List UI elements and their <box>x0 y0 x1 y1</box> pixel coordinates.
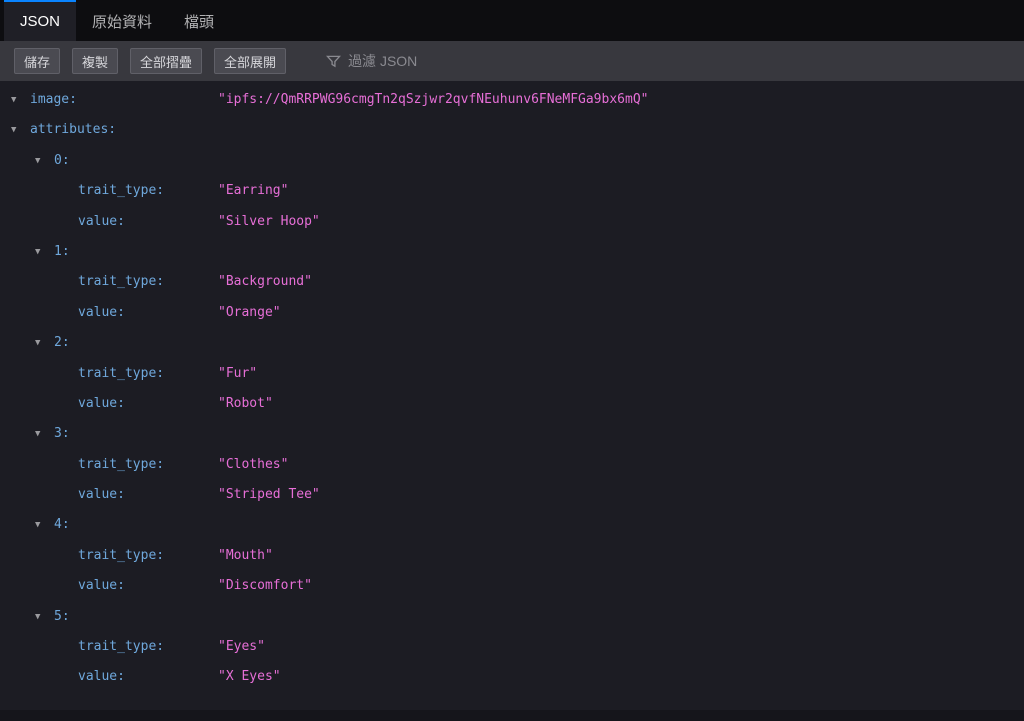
chevron-down-icon[interactable]: ▼ <box>35 602 40 632</box>
json-value: "Robot" <box>218 395 273 411</box>
json-key: value: <box>78 213 125 229</box>
tab-bar: JSON 原始資料 檔頭 <box>0 0 1024 41</box>
json-value: "Mouth" <box>218 547 273 563</box>
tree-row-attr-5: ▼ 5: <box>0 602 1024 632</box>
filter-placeholder: 過濾 JSON <box>348 53 418 69</box>
json-value: "Discomfort" <box>218 578 312 594</box>
json-value: "Earring" <box>218 183 289 199</box>
tab-headers-label: 檔頭 <box>184 14 215 31</box>
tab-json[interactable]: JSON <box>4 0 77 41</box>
json-value: "ipfs://QmRRPWG96cmgTn2qSzjwr2qvfNEuhunv… <box>218 92 649 107</box>
tab-headers[interactable]: 檔頭 <box>168 0 230 41</box>
chevron-down-icon[interactable]: ▼ <box>35 328 40 358</box>
tree-row-attr-0: ▼ 0: <box>0 146 1024 176</box>
tree-row-trait-type: trait_type: "Mouth" <box>0 541 1024 571</box>
json-key: 0: <box>54 152 70 168</box>
tab-raw-data-label: 原始資料 <box>92 14 153 31</box>
json-key: value: <box>78 669 125 685</box>
json-key: trait_type: <box>78 456 165 472</box>
json-key: trait_type: <box>78 639 165 655</box>
chevron-down-icon[interactable]: ▼ <box>11 85 16 115</box>
chevron-down-icon[interactable]: ▼ <box>35 419 40 449</box>
tree-row-attr-2: ▼ 2: <box>0 328 1024 358</box>
collapse-all-button[interactable]: 全部摺疊 <box>130 48 203 74</box>
tree-row-trait-type: trait_type: "Eyes" <box>0 632 1024 662</box>
json-key: value: <box>78 578 125 594</box>
json-tree: ▼ image: "ipfs://QmRRPWG96cmgTn2qSzjwr2q… <box>0 81 1024 693</box>
json-key: 5: <box>54 608 70 624</box>
tab-raw-data[interactable]: 原始資料 <box>76 0 168 41</box>
json-value: "Background" <box>218 274 312 290</box>
json-value: "X Eyes" <box>218 669 281 685</box>
tree-row-attributes: ▼ attributes: <box>0 115 1024 145</box>
tree-row-value: value: "X Eyes" <box>0 662 1024 692</box>
tree-row-trait-type: trait_type: "Clothes" <box>0 450 1024 480</box>
tree-row-trait-type: trait_type: "Earring" <box>0 176 1024 206</box>
json-key: trait_type: <box>78 365 165 381</box>
json-value: "Orange" <box>218 304 281 320</box>
chevron-down-icon[interactable]: ▼ <box>11 115 16 145</box>
tree-row-value: value: "Orange" <box>0 298 1024 328</box>
json-key: 4: <box>54 517 70 533</box>
tab-json-label: JSON <box>20 13 61 30</box>
tree-row-attr-4: ▼ 4: <box>0 510 1024 540</box>
json-value: "Striped Tee" <box>218 487 320 503</box>
json-value: "Clothes" <box>218 456 289 472</box>
json-key: value: <box>78 395 125 411</box>
json-key: value: <box>78 304 125 320</box>
tree-row-value: value: "Striped Tee" <box>0 480 1024 510</box>
tree-row-attr-3: ▼ 3: <box>0 419 1024 449</box>
horizontal-scrollbar[interactable] <box>0 710 1024 721</box>
tree-row-attr-1: ▼ 1: <box>0 237 1024 267</box>
tree-row-value: value: "Discomfort" <box>0 571 1024 601</box>
json-key: 1: <box>54 243 70 259</box>
chevron-down-icon[interactable]: ▼ <box>35 146 40 176</box>
filter-json-input[interactable]: 過濾 JSON <box>326 51 417 71</box>
save-button[interactable]: 儲存 <box>14 48 61 74</box>
json-key: 2: <box>54 335 70 351</box>
chevron-down-icon[interactable]: ▼ <box>35 237 40 267</box>
json-value: "Silver Hoop" <box>218 213 320 229</box>
filter-icon <box>326 54 342 69</box>
json-value: "Fur" <box>218 365 258 381</box>
tree-row-trait-type: trait_type: "Background" <box>0 267 1024 297</box>
json-key: image: <box>30 92 77 107</box>
json-value: "Eyes" <box>218 639 265 655</box>
tree-row-image: ▼ image: "ipfs://QmRRPWG96cmgTn2qSzjwr2q… <box>0 85 1024 115</box>
json-key: trait_type: <box>78 274 165 290</box>
toolbar: 儲存 複製 全部摺疊 全部展開 過濾 JSON <box>0 41 1024 81</box>
json-key: trait_type: <box>78 547 165 563</box>
chevron-down-icon[interactable]: ▼ <box>35 510 40 540</box>
json-key: 3: <box>54 426 70 442</box>
json-key: value: <box>78 487 125 503</box>
tree-row-trait-type: trait_type: "Fur" <box>0 359 1024 389</box>
tree-row-value: value: "Robot" <box>0 389 1024 419</box>
json-key: trait_type: <box>78 183 165 199</box>
tree-row-value: value: "Silver Hoop" <box>0 207 1024 237</box>
copy-button[interactable]: 複製 <box>72 48 119 74</box>
json-key: attributes: <box>30 122 117 138</box>
expand-all-button[interactable]: 全部展開 <box>214 48 287 74</box>
